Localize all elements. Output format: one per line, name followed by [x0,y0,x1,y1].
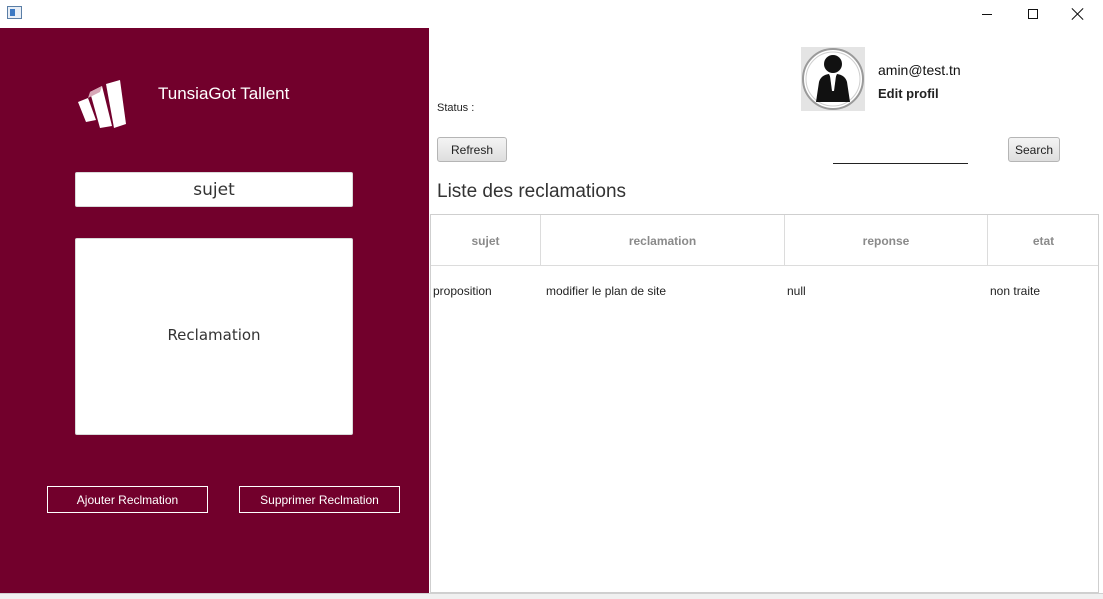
cell-reclamation: modifier le plan de site [546,283,667,298]
maximize-button[interactable] [1010,0,1056,28]
delete-reclamation-button[interactable]: Supprimer Reclmation [239,486,400,513]
app-window-icon [7,6,22,19]
minimize-button[interactable] [964,0,1010,28]
user-avatar-icon [802,48,864,110]
close-button[interactable] [1055,0,1101,28]
column-header-reclamation[interactable]: reclamation [541,215,785,266]
cell-etat: non traite [990,283,1041,298]
column-header-reponse[interactable]: reponse [785,215,988,266]
status-label: Status : [437,102,475,114]
background-strip [0,593,1103,599]
table-row[interactable]: proposition modifier le plan de site nul… [431,266,1098,315]
add-reclamation-button[interactable]: Ajouter Reclmation [47,486,208,513]
window-titlebar [0,0,1103,28]
table-header: sujet reclamation reponse etat [431,215,1098,266]
maximize-icon [1028,9,1038,19]
cell-sujet: proposition [433,283,492,298]
edit-profile-link[interactable]: Edit profil [878,86,939,101]
search-input[interactable] [833,144,968,164]
sidebar-panel: TunsiaGot Tallent Ajouter Reclmation Sup… [0,28,429,593]
column-header-etat[interactable]: etat [988,215,1099,266]
column-header-sujet[interactable]: sujet [431,215,541,266]
search-button[interactable]: Search [1008,137,1060,162]
minimize-icon [982,13,992,15]
brand-logo-icon [78,80,126,128]
reclamation-textarea[interactable] [75,238,353,435]
cell-reponse: null [787,283,806,298]
reclamations-table[interactable]: sujet reclamation reponse etat propositi… [430,214,1099,593]
close-icon [1072,8,1084,20]
user-email: amin@test.tn [878,62,961,78]
refresh-button[interactable]: Refresh [437,137,507,162]
list-title: Liste des reclamations [437,181,627,202]
subject-input[interactable] [75,172,353,207]
user-avatar[interactable] [801,47,865,111]
brand-name: TunsiaGot Tallent [158,84,290,103]
